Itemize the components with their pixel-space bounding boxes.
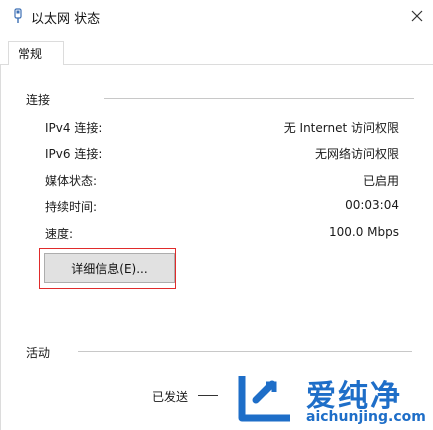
ipv6-value: 无网络访问权限 bbox=[314, 147, 399, 161]
window-title: 以太网 状态 bbox=[31, 12, 101, 27]
network-adapter-icon bbox=[14, 8, 22, 23]
details-button[interactable]: 详细信息(E)... bbox=[44, 253, 175, 283]
media-state-label: 媒体状态: bbox=[45, 174, 98, 188]
tab-strip-border bbox=[0, 64, 433, 65]
connection-group-divider bbox=[104, 98, 414, 99]
duration-value: 00:03:04 bbox=[345, 198, 399, 212]
speed-label: 速度: bbox=[45, 227, 74, 241]
speed-value: 100.0 Mbps bbox=[328, 225, 399, 239]
activity-group-title: 活动 bbox=[26, 346, 51, 360]
tab-general-label: 常规 bbox=[18, 47, 43, 61]
connection-group-title: 连接 bbox=[26, 93, 51, 107]
ipv4-value: 无 Internet 访问权限 bbox=[283, 121, 399, 135]
watermark-logo-icon bbox=[238, 376, 290, 422]
watermark-url: aichunjing.com bbox=[306, 409, 426, 425]
ipv4-label: IPv4 连接: bbox=[45, 121, 103, 135]
sent-divider bbox=[198, 395, 218, 396]
duration-label: 持续时间: bbox=[45, 200, 98, 214]
media-state-value: 已启用 bbox=[362, 174, 399, 188]
activity-group-divider bbox=[78, 351, 412, 352]
ipv6-label: IPv6 连接: bbox=[45, 147, 103, 161]
sent-label: 已发送 bbox=[152, 390, 189, 404]
close-icon[interactable] bbox=[405, 4, 429, 28]
